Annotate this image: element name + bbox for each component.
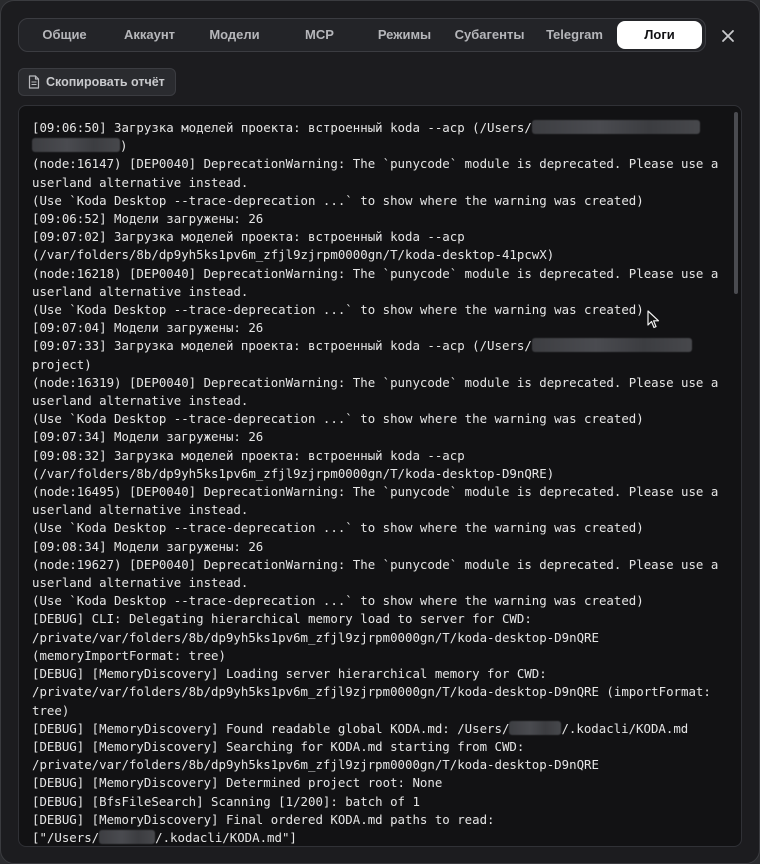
log-line: userland alternative instead.: [32, 174, 249, 190]
tab-modes[interactable]: Режимы: [362, 21, 447, 49]
log-line: userland alternative instead.: [32, 393, 249, 409]
mouse-cursor-icon: [647, 310, 660, 329]
tab-general[interactable]: Общие: [22, 21, 107, 49]
log-line: [09:08:34] Модели загружены: 26: [32, 538, 264, 554]
tab-mcp[interactable]: MCP: [277, 21, 362, 49]
log-line: [DEBUG] [MemoryDiscovery] Final ordered …: [32, 811, 495, 827]
log-line: userland alternative instead.: [32, 575, 249, 591]
log-line: [DEBUG] [MemoryDiscovery] Loading server…: [32, 666, 547, 682]
log-line: [09:07:34] Модели загружены: 26: [32, 429, 264, 445]
log-line: (Use `Koda Desktop --trace-deprecation .…: [32, 520, 644, 536]
log-line: userland alternative instead.: [32, 283, 249, 299]
log-line: (node:19627) [DEP0040] DeprecationWarnin…: [32, 556, 719, 572]
redacted-path: [531, 120, 700, 134]
settings-window: Общие Аккаунт Модели MCP Режимы Субагент…: [0, 0, 760, 864]
copy-report-label: Скопировать отчёт: [46, 75, 165, 89]
log-line: ): [32, 137, 722, 155]
redacted-username: [99, 829, 156, 844]
log-line: (node:16218) [DEP0040] DeprecationWarnin…: [32, 265, 719, 281]
close-button[interactable]: [715, 23, 741, 49]
log-line: [DEBUG] [MemoryDiscovery] Searching for …: [32, 738, 525, 754]
redacted-path: [531, 338, 692, 353]
log-line: project): [32, 356, 92, 372]
log-line: /private/var/folders/8b/dp9yh5ks1pv6m_zf…: [32, 629, 599, 645]
log-scrollbar[interactable]: [734, 112, 738, 294]
copy-report-button[interactable]: Скопировать отчёт: [18, 68, 176, 96]
document-icon: [28, 75, 40, 89]
log-line: [DEBUG] CLI: Delegating hierarchical mem…: [32, 611, 532, 627]
log-line: [DEBUG] [BfsFileSearch] Scanning [1/200]…: [32, 793, 420, 809]
log-line: (/var/folders/8b/dp9yh5ks1pv6m_zfjl9zjrp…: [32, 465, 555, 481]
log-line: (node:16495) [DEP0040] DeprecationWarnin…: [32, 484, 719, 500]
tab-logs[interactable]: Логи: [617, 21, 702, 49]
close-icon: [722, 30, 734, 42]
tab-subagents[interactable]: Субагенты: [447, 21, 532, 49]
log-line: [09:07:04] Модели загружены: 26: [32, 320, 264, 336]
log-line: (node:16147) [DEP0040] DeprecationWarnin…: [32, 156, 719, 172]
log-line: (node:16319) [DEP0040] DeprecationWarnin…: [32, 374, 719, 390]
log-line: [09:08:32] Загрузка моделей проекта: вст…: [32, 447, 465, 463]
log-line: /private/var/folders/8b/dp9yh5ks1pv6m_zf…: [32, 757, 599, 773]
redacted-path: [32, 138, 120, 153]
log-line: [09:06:50] Загрузка моделей проекта: вст…: [32, 119, 722, 137]
log-line: [09:06:52] Модели загружены: 26: [32, 211, 264, 227]
tab-account[interactable]: Аккаунт: [107, 21, 192, 49]
tab-telegram[interactable]: Telegram: [532, 21, 617, 49]
redacted-username: [509, 720, 562, 735]
log-panel[interactable]: [09:06:50] Загрузка моделей проекта: вст…: [18, 105, 742, 847]
log-line: /private/var/folders/8b/dp9yh5ks1pv6m_zf…: [32, 684, 711, 700]
log-line: (Use `Koda Desktop --trace-deprecation .…: [32, 192, 644, 208]
log-line: (Use `Koda Desktop --trace-deprecation .…: [32, 302, 644, 318]
tab-models[interactable]: Модели: [192, 21, 277, 49]
log-line: ["/Users//.kodacli/KODA.md"]: [32, 829, 297, 845]
log-line: (Use `Koda Desktop --trace-deprecation .…: [32, 593, 644, 609]
log-line: [DEBUG] [MemoryDiscovery] Found readable…: [32, 720, 689, 736]
log-line: (Use `Koda Desktop --trace-deprecation .…: [32, 411, 644, 427]
log-output: [09:06:50] Загрузка моделей проекта: вст…: [32, 119, 722, 846]
log-line: [DEBUG] [MemoryDiscovery] Determined pro…: [32, 775, 443, 791]
log-line: (memoryImportFormat: tree): [32, 647, 226, 663]
log-line: tree): [32, 702, 70, 718]
log-line: [09:07:02] Загрузка моделей проекта: вст…: [32, 229, 465, 245]
log-line: (/var/folders/8b/dp9yh5ks1pv6m_zfjl9zjrp…: [32, 247, 555, 263]
log-line: [09:07:33] Загрузка моделей проекта: вст…: [32, 337, 722, 355]
log-line: userland alternative instead.: [32, 502, 249, 518]
settings-tabs: Общие Аккаунт Модели MCP Режимы Субагент…: [18, 18, 706, 52]
